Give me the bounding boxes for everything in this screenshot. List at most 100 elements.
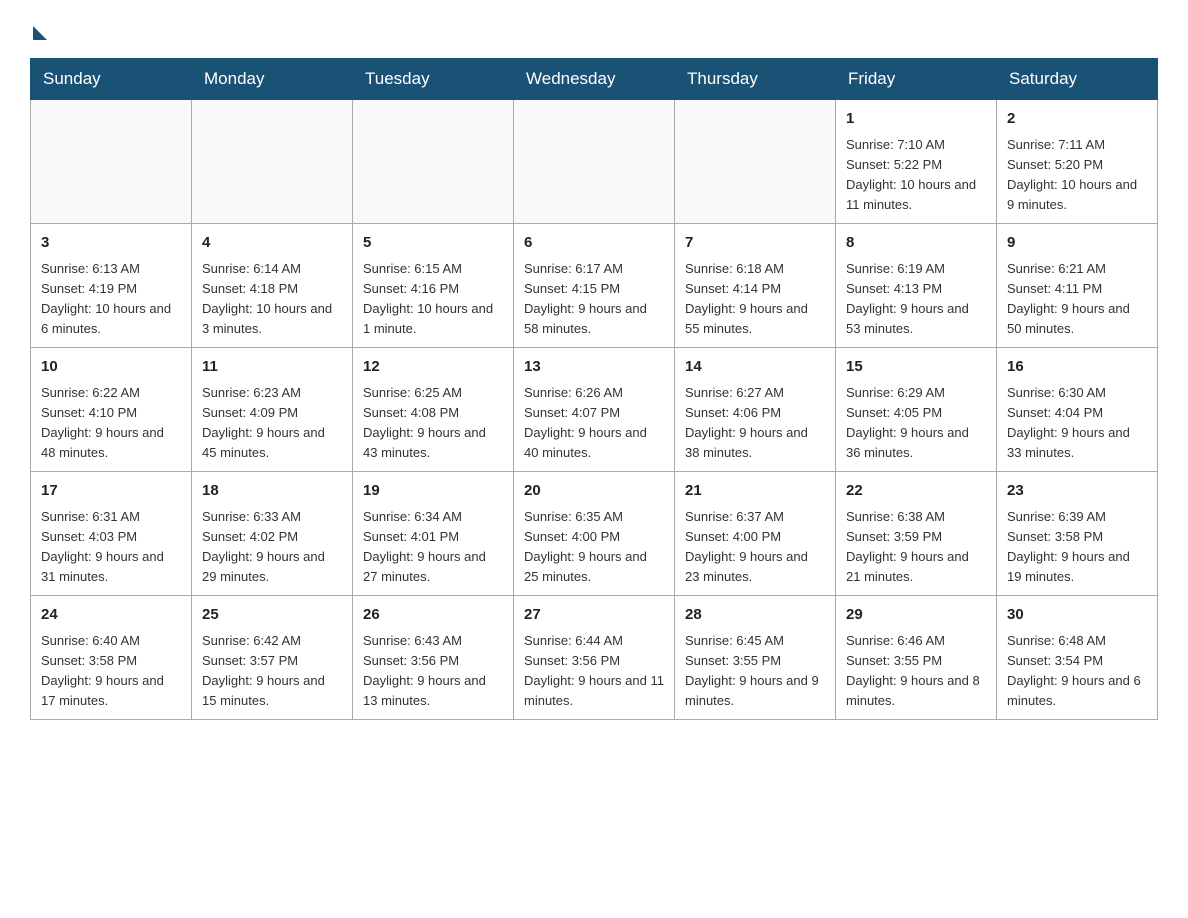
calendar-cell: 16 Sunrise: 6:30 AMSunset: 4:04 PMDayligh… — [997, 348, 1158, 472]
calendar-header-row: SundayMondayTuesdayWednesdayThursdayFrid… — [31, 59, 1158, 100]
day-sun-info: Sunrise: 6:39 AMSunset: 3:58 PMDaylight:… — [1007, 507, 1147, 588]
calendar-cell — [514, 100, 675, 224]
day-number: 7 — [685, 232, 825, 255]
calendar-cell: 22 Sunrise: 6:38 AMSunset: 3:59 PMDayligh… — [836, 472, 997, 596]
day-sun-info: Sunrise: 6:18 AMSunset: 4:14 PMDaylight:… — [685, 259, 825, 340]
calendar-cell: 10 Sunrise: 6:22 AMSunset: 4:10 PMDayligh… — [31, 348, 192, 472]
day-sun-info: Sunrise: 6:25 AMSunset: 4:08 PMDaylight:… — [363, 383, 503, 464]
day-number: 27 — [524, 604, 664, 627]
day-sun-info: Sunrise: 6:46 AMSunset: 3:55 PMDaylight:… — [846, 631, 986, 712]
day-number: 23 — [1007, 480, 1147, 503]
day-number: 5 — [363, 232, 503, 255]
day-sun-info: Sunrise: 6:38 AMSunset: 3:59 PMDaylight:… — [846, 507, 986, 588]
calendar-cell: 24 Sunrise: 6:40 AMSunset: 3:58 PMDayligh… — [31, 596, 192, 720]
calendar-cell: 21 Sunrise: 6:37 AMSunset: 4:00 PMDayligh… — [675, 472, 836, 596]
day-number: 6 — [524, 232, 664, 255]
calendar-cell: 4 Sunrise: 6:14 AMSunset: 4:18 PMDaylight… — [192, 224, 353, 348]
day-sun-info: Sunrise: 6:48 AMSunset: 3:54 PMDaylight:… — [1007, 631, 1147, 712]
day-sun-info: Sunrise: 6:19 AMSunset: 4:13 PMDaylight:… — [846, 259, 986, 340]
calendar-cell: 11 Sunrise: 6:23 AMSunset: 4:09 PMDayligh… — [192, 348, 353, 472]
day-number: 2 — [1007, 108, 1147, 131]
day-sun-info: Sunrise: 6:31 AMSunset: 4:03 PMDaylight:… — [41, 507, 181, 588]
day-number: 25 — [202, 604, 342, 627]
calendar-day-header: Saturday — [997, 59, 1158, 100]
calendar-week-row: 3 Sunrise: 6:13 AMSunset: 4:19 PMDaylight… — [31, 224, 1158, 348]
day-sun-info: Sunrise: 6:35 AMSunset: 4:00 PMDaylight:… — [524, 507, 664, 588]
calendar-cell: 19 Sunrise: 6:34 AMSunset: 4:01 PMDayligh… — [353, 472, 514, 596]
calendar-cell: 20Sunrise: 6:35 AMSunset: 4:00 PMDayligh… — [514, 472, 675, 596]
day-sun-info: Sunrise: 6:13 AMSunset: 4:19 PMDaylight:… — [41, 259, 181, 340]
day-sun-info: Sunrise: 6:43 AMSunset: 3:56 PMDaylight:… — [363, 631, 503, 712]
day-sun-info: Sunrise: 6:30 AMSunset: 4:04 PMDaylight:… — [1007, 383, 1147, 464]
calendar-cell: 23 Sunrise: 6:39 AMSunset: 3:58 PMDayligh… — [997, 472, 1158, 596]
calendar-week-row: 1Sunrise: 7:10 AMSunset: 5:22 PMDaylight… — [31, 100, 1158, 224]
day-sun-info: Sunrise: 6:15 AMSunset: 4:16 PMDaylight:… — [363, 259, 503, 340]
day-number: 10 — [41, 356, 181, 379]
calendar-day-header: Tuesday — [353, 59, 514, 100]
calendar-cell — [192, 100, 353, 224]
day-number: 15 — [846, 356, 986, 379]
day-sun-info: Sunrise: 6:22 AMSunset: 4:10 PMDaylight:… — [41, 383, 181, 464]
calendar-day-header: Thursday — [675, 59, 836, 100]
calendar-cell: 12 Sunrise: 6:25 AMSunset: 4:08 PMDayligh… — [353, 348, 514, 472]
calendar-cell: 14 Sunrise: 6:27 AMSunset: 4:06 PMDayligh… — [675, 348, 836, 472]
day-number: 12 — [363, 356, 503, 379]
day-sun-info: Sunrise: 6:21 AMSunset: 4:11 PMDaylight:… — [1007, 259, 1147, 340]
day-sun-info: Sunrise: 6:27 AMSunset: 4:06 PMDaylight:… — [685, 383, 825, 464]
day-number: 24 — [41, 604, 181, 627]
day-number: 28 — [685, 604, 825, 627]
day-number: 1 — [846, 108, 986, 131]
day-sun-info: Sunrise: 7:11 AMSunset: 5:20 PMDaylight:… — [1007, 135, 1147, 216]
day-number: 19 — [363, 480, 503, 503]
day-number: 13 — [524, 356, 664, 379]
calendar-cell: 8Sunrise: 6:19 AMSunset: 4:13 PMDaylight… — [836, 224, 997, 348]
calendar-cell: 30 Sunrise: 6:48 AMSunset: 3:54 PMDayligh… — [997, 596, 1158, 720]
calendar-day-header: Monday — [192, 59, 353, 100]
day-number: 18 — [202, 480, 342, 503]
day-number: 16 — [1007, 356, 1147, 379]
calendar-cell: 18 Sunrise: 6:33 AMSunset: 4:02 PMDayligh… — [192, 472, 353, 596]
day-sun-info: Sunrise: 6:23 AMSunset: 4:09 PMDaylight:… — [202, 383, 342, 464]
calendar-cell — [31, 100, 192, 224]
day-number: 22 — [846, 480, 986, 503]
calendar-cell: 7 Sunrise: 6:18 AMSunset: 4:14 PMDaylight… — [675, 224, 836, 348]
calendar-table: SundayMondayTuesdayWednesdayThursdayFrid… — [30, 58, 1158, 720]
day-sun-info: Sunrise: 6:40 AMSunset: 3:58 PMDaylight:… — [41, 631, 181, 712]
page-header — [30, 20, 1158, 40]
calendar-cell: 2 Sunrise: 7:11 AMSunset: 5:20 PMDaylight… — [997, 100, 1158, 224]
calendar-week-row: 24 Sunrise: 6:40 AMSunset: 3:58 PMDayligh… — [31, 596, 1158, 720]
day-number: 17 — [41, 480, 181, 503]
logo — [30, 20, 47, 40]
day-number: 4 — [202, 232, 342, 255]
day-sun-info: Sunrise: 6:42 AMSunset: 3:57 PMDaylight:… — [202, 631, 342, 712]
calendar-cell: 13 Sunrise: 6:26 AMSunset: 4:07 PMDayligh… — [514, 348, 675, 472]
calendar-cell: 15Sunrise: 6:29 AMSunset: 4:05 PMDayligh… — [836, 348, 997, 472]
calendar-cell: 6Sunrise: 6:17 AMSunset: 4:15 PMDaylight… — [514, 224, 675, 348]
calendar-cell: 28Sunrise: 6:45 AMSunset: 3:55 PMDayligh… — [675, 596, 836, 720]
day-number: 9 — [1007, 232, 1147, 255]
day-sun-info: Sunrise: 6:44 AMSunset: 3:56 PMDaylight:… — [524, 631, 664, 712]
day-number: 29 — [846, 604, 986, 627]
calendar-cell: 17 Sunrise: 6:31 AMSunset: 4:03 PMDayligh… — [31, 472, 192, 596]
calendar-cell: 5 Sunrise: 6:15 AMSunset: 4:16 PMDaylight… — [353, 224, 514, 348]
calendar-day-header: Sunday — [31, 59, 192, 100]
calendar-cell: 26Sunrise: 6:43 AMSunset: 3:56 PMDayligh… — [353, 596, 514, 720]
day-number: 30 — [1007, 604, 1147, 627]
calendar-cell: 27 Sunrise: 6:44 AMSunset: 3:56 PMDayligh… — [514, 596, 675, 720]
calendar-day-header: Friday — [836, 59, 997, 100]
calendar-cell: 3 Sunrise: 6:13 AMSunset: 4:19 PMDaylight… — [31, 224, 192, 348]
day-sun-info: Sunrise: 6:37 AMSunset: 4:00 PMDaylight:… — [685, 507, 825, 588]
day-number: 3 — [41, 232, 181, 255]
day-number: 21 — [685, 480, 825, 503]
day-sun-info: Sunrise: 6:26 AMSunset: 4:07 PMDaylight:… — [524, 383, 664, 464]
day-sun-info: Sunrise: 6:14 AMSunset: 4:18 PMDaylight:… — [202, 259, 342, 340]
logo-arrow-icon — [33, 26, 47, 40]
day-number: 11 — [202, 356, 342, 379]
calendar-day-header: Wednesday — [514, 59, 675, 100]
calendar-cell: 1Sunrise: 7:10 AMSunset: 5:22 PMDaylight… — [836, 100, 997, 224]
day-number: 14 — [685, 356, 825, 379]
calendar-cell — [675, 100, 836, 224]
day-sun-info: Sunrise: 6:33 AMSunset: 4:02 PMDaylight:… — [202, 507, 342, 588]
day-sun-info: Sunrise: 6:34 AMSunset: 4:01 PMDaylight:… — [363, 507, 503, 588]
calendar-cell — [353, 100, 514, 224]
